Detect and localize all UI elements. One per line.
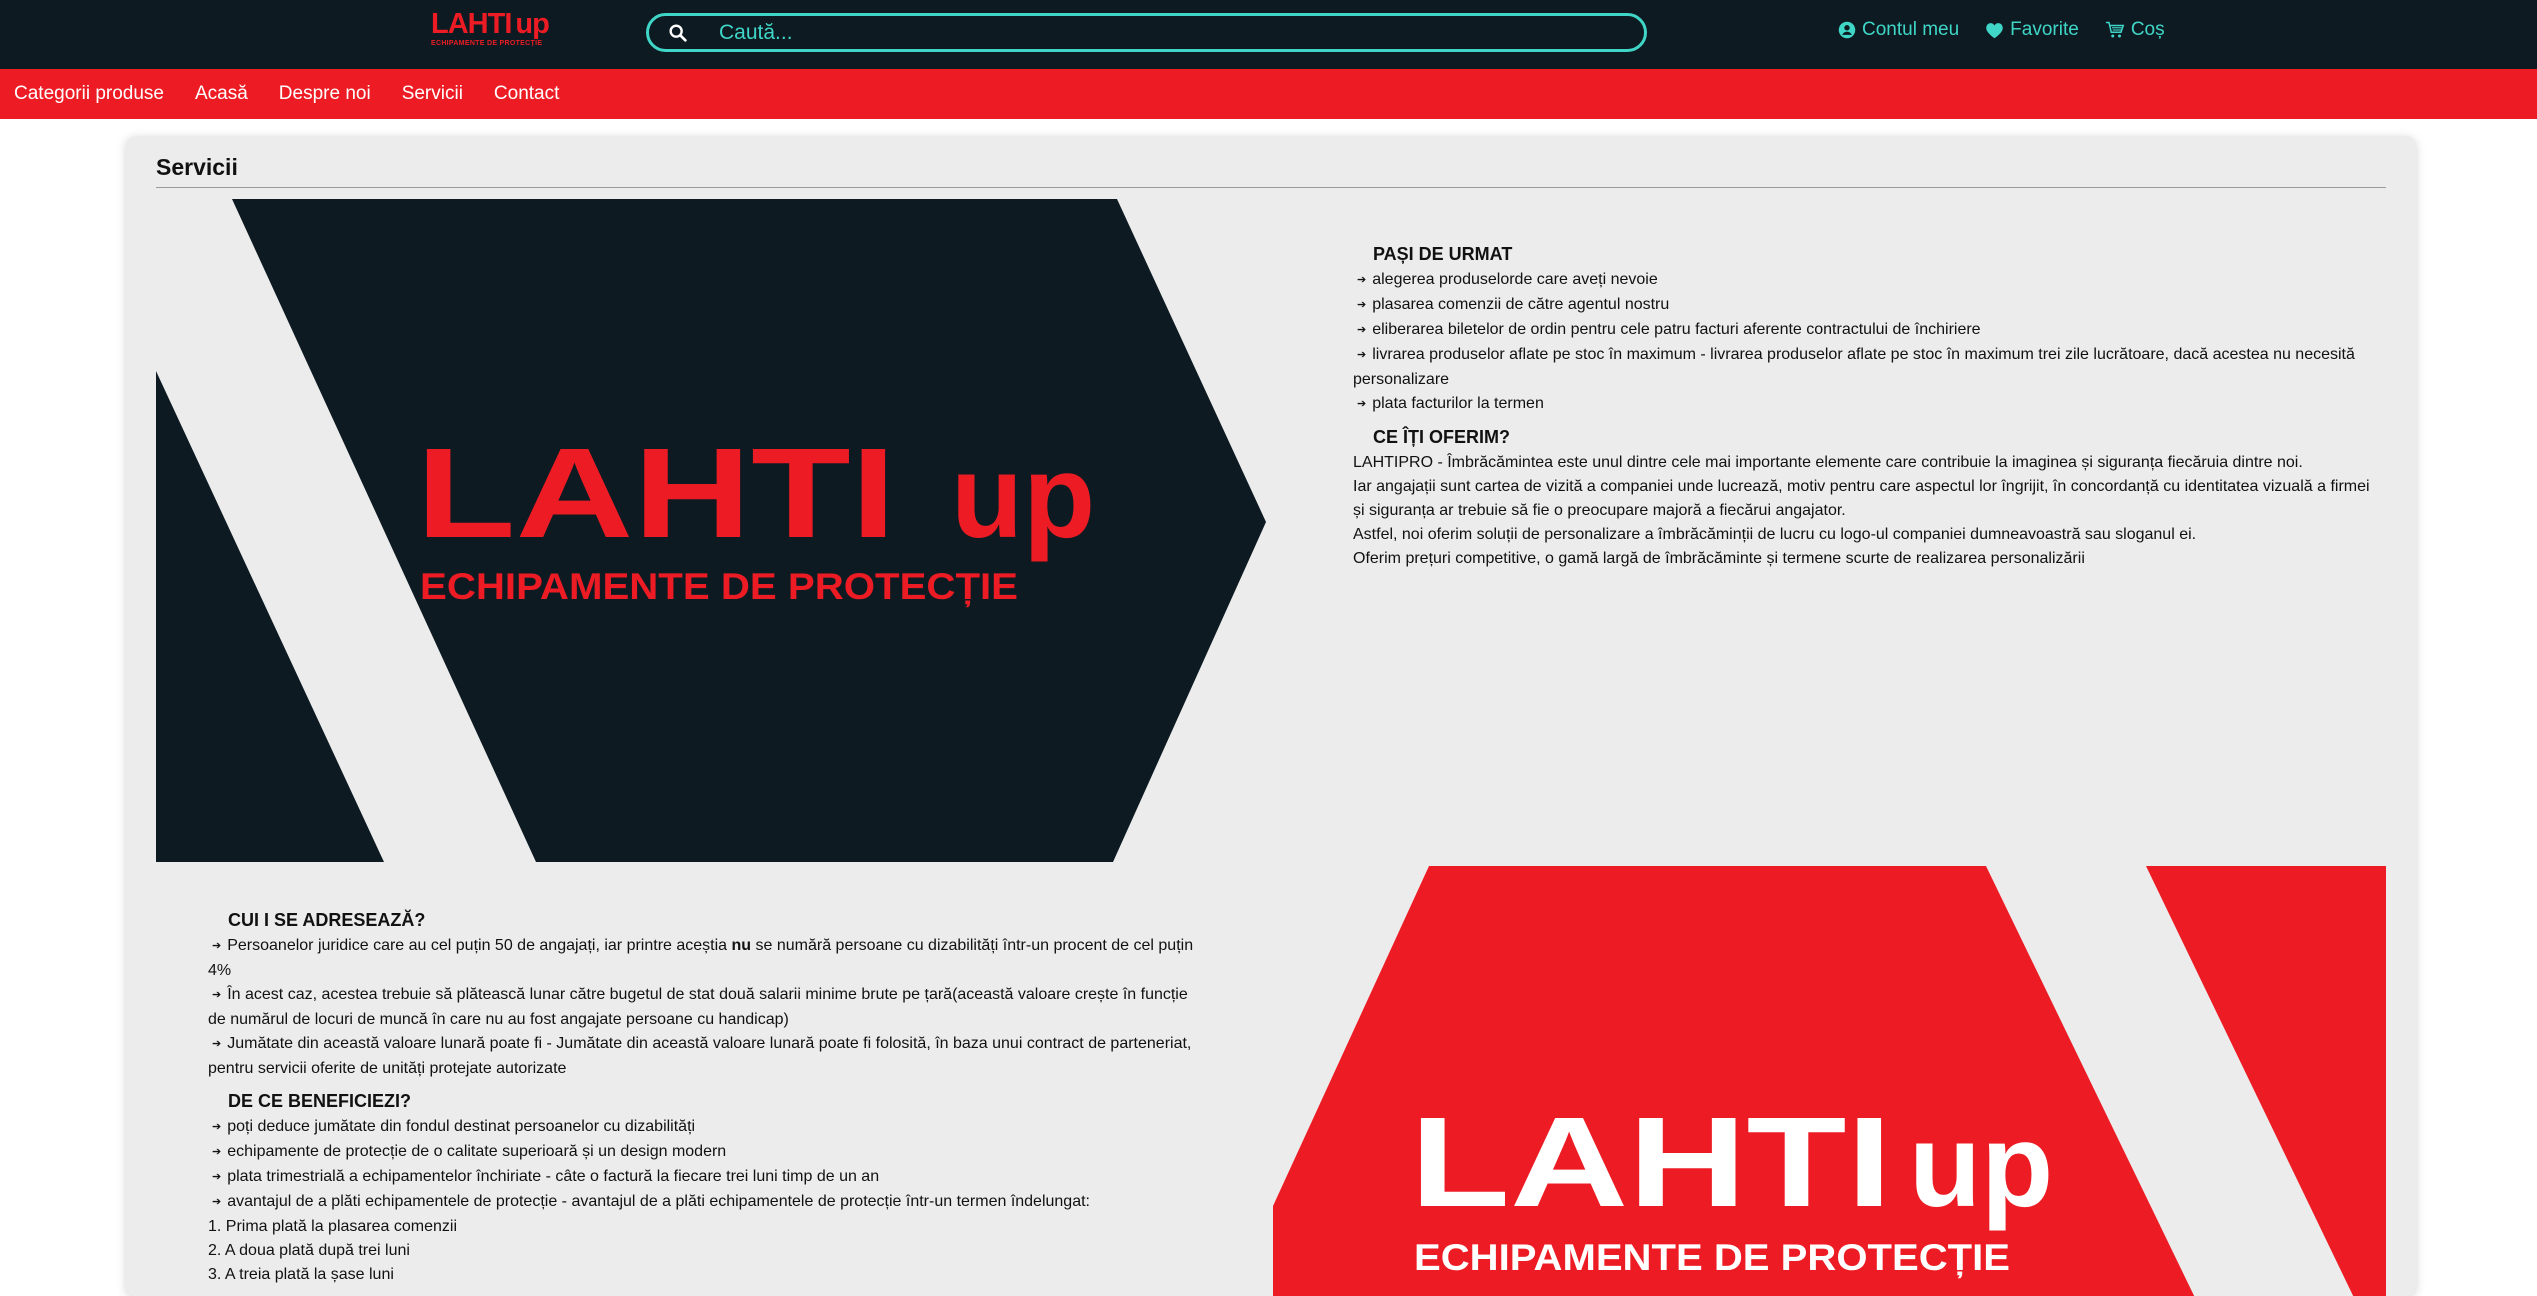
benefits-item: echipamente de protecție de o calitate s… [208, 1140, 1208, 1165]
nav-item-about[interactable]: Despre noi [279, 83, 371, 105]
banner2-up: up [1909, 1100, 2053, 1232]
top-header: LAHTIup ECHIPAMENTE DE PROTECȚIE Contul … [0, 0, 2537, 69]
search-input[interactable] [719, 20, 1644, 45]
steps-item: plasarea comenzii de către agentul nostr… [1353, 293, 2373, 318]
logo-tagline: ECHIPAMENTE DE PROTECȚIE [431, 40, 543, 47]
account-links: Contul meu Favorite Coș [1838, 19, 2191, 41]
banner1-up: up [951, 431, 1095, 563]
offer-heading: CE ÎȚI OFERIM? [1373, 427, 1510, 447]
heart-icon [1986, 22, 2003, 38]
audience-item: În acest caz, acestea trebuie să plăteas… [208, 983, 1208, 1032]
steps-item: livrarea produselor aflate pe stoc în ma… [1353, 343, 2373, 392]
account-label: Contul meu [1862, 19, 1960, 40]
logo-brand: LAHTI [431, 8, 512, 40]
favorites-link[interactable]: Favorite [1985, 19, 2079, 41]
payment-step: 3. A treia plată la șase luni [208, 1266, 394, 1283]
offer-paragraph: Oferim prețuri competitive, o gamă largă… [1353, 550, 2085, 567]
title-divider [156, 187, 2386, 188]
lahti-banner-dark: LAHTI up ECHIPAMENTE DE PROTECȚIE [156, 199, 1266, 862]
site-logo[interactable]: LAHTI up ECHIPAMENTE DE PROTECȚIE [431, 10, 583, 50]
audience-heading: CUI I SE ADRESEAZĂ? [228, 910, 426, 930]
banner1-brand: LAHTI [416, 422, 896, 565]
banner2-brand: LAHTI [1410, 1091, 1892, 1234]
benefits-item: plata trimestrială a echipamentelor înch… [208, 1165, 1208, 1190]
main-nav: Categorii produse Acasă Despre noi Servi… [0, 69, 2537, 119]
nav-item-categories[interactable]: Categorii produse [14, 83, 164, 105]
offer-paragraph: Astfel, noi oferim soluții de personaliz… [1353, 526, 2197, 543]
search-icon[interactable] [667, 22, 689, 44]
logo-up: up [515, 8, 549, 40]
nav-item-contact[interactable]: Contact [494, 83, 559, 105]
search-bar [646, 13, 1647, 52]
benefits-heading: DE CE BENEFICIEZI? [228, 1091, 412, 1111]
benefits-item: poți deduce jumătate din fondul destinat… [208, 1115, 1208, 1140]
steps-item: eliberarea biletelor de ordin pentru cel… [1353, 318, 2373, 343]
payment-step: 1. Prima plată la plasarea comenzii [208, 1218, 458, 1235]
audience-benefits-block: CUI I SE ADRESEAZĂ? Persoanelor juridice… [208, 900, 1208, 1287]
nav-item-home[interactable]: Acasă [195, 83, 248, 105]
lahti-banner-red: LAHTI up ECHIPAMENTE DE PROTECȚIE [1273, 866, 2386, 1296]
cart-label: Coș [2130, 19, 2165, 40]
steps-offer-block: PAȘI DE URMAT alegerea produselorde care… [1353, 234, 2373, 571]
user-circle-icon [1838, 21, 1856, 39]
cart-icon [2105, 21, 2125, 38]
steps-item: plata facturilor la termen [1353, 392, 2373, 417]
favorites-label: Favorite [2010, 19, 2079, 40]
steps-heading: PAȘI DE URMAT [1373, 244, 1513, 264]
nav-item-services[interactable]: Servicii [402, 83, 463, 105]
benefits-item: avantajul de a plăti echipamentele de pr… [208, 1190, 1208, 1215]
account-link[interactable]: Contul meu [1838, 19, 1959, 41]
audience-item: Persoanelor juridice care au cel puțin 5… [208, 934, 1208, 983]
steps-item: alegerea produselorde care aveți nevoie [1353, 268, 2373, 293]
audience-item: Jumătate din această valoare lunară poat… [208, 1032, 1208, 1081]
payment-step: 2. A doua plată după trei luni [208, 1242, 410, 1259]
banner2-tagline: ECHIPAMENTE DE PROTECȚIE [1414, 1237, 2010, 1279]
offer-paragraph: Iar angajații sunt cartea de vizită a co… [1353, 478, 2370, 519]
page-title: Servicii [156, 154, 238, 180]
banner1-tagline: ECHIPAMENTE DE PROTECȚIE [420, 566, 1018, 608]
offer-paragraph: LAHTIPRO - Îmbrăcămintea este unul dintr… [1353, 454, 2303, 471]
services-card: Servicii LAHTI up ECHIPAMENTE DE PROTECȚ… [126, 136, 2416, 1296]
cart-link[interactable]: Coș [2105, 19, 2165, 41]
